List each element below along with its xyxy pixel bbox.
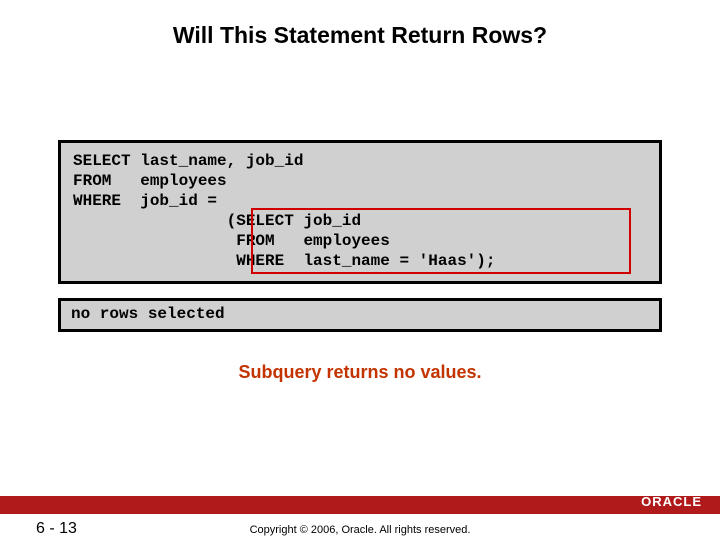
code-line-1: SELECT last_name, job_id	[73, 152, 303, 170]
result-box: no rows selected	[58, 298, 662, 332]
result-text: no rows selected	[71, 305, 225, 323]
slide-title: Will This Statement Return Rows?	[0, 22, 720, 49]
annotation-text: Subquery returns no values.	[0, 362, 720, 383]
code-line-3: WHERE job_id =	[73, 192, 217, 210]
code-line-5: FROM employees	[73, 232, 390, 250]
code-line-4: (SELECT job_id	[73, 212, 361, 230]
oracle-logo: ORACLE	[641, 492, 702, 510]
code-line-6: WHERE last_name = 'Haas');	[73, 252, 495, 270]
code-line-2: FROM employees	[73, 172, 227, 190]
slide: Will This Statement Return Rows? SELECT …	[0, 0, 720, 540]
footer-bar	[0, 496, 720, 514]
copyright-text: Copyright © 2006, Oracle. All rights res…	[0, 524, 720, 536]
sql-code: SELECT last_name, job_id FROM employees …	[61, 143, 659, 281]
sql-code-box: SELECT last_name, job_id FROM employees …	[58, 140, 662, 284]
